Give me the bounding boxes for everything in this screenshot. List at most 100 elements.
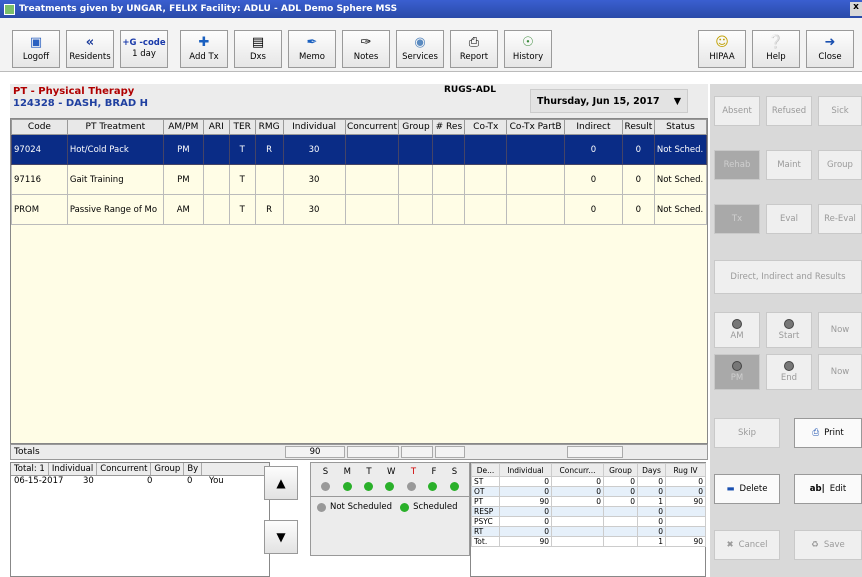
col-concurrent[interactable]: Concurrent <box>344 119 400 135</box>
col-treatment[interactable]: PT Treatment <box>66 119 164 135</box>
direct-indirect-results-button[interactable]: Direct, Indirect and Results <box>714 260 862 294</box>
close-window-button[interactable]: x <box>850 2 862 16</box>
cell <box>398 194 434 225</box>
date-value: Thursday, Jun 15, 2017 <box>537 96 660 107</box>
now-end-button[interactable]: Now <box>818 354 862 390</box>
scroll-down-button[interactable]: ▼ <box>264 520 298 554</box>
cell <box>464 164 508 195</box>
edit-label: Edit <box>829 484 847 494</box>
help-icon: ❔ <box>767 34 785 50</box>
reeval-button[interactable]: Re-Eval <box>818 204 862 234</box>
date-dropdown[interactable]: Thursday, Jun 15, 2017 ▼ <box>530 89 688 113</box>
discipline-summary: De... Individual Concurr... Group Days R… <box>470 462 706 577</box>
cell <box>432 134 466 165</box>
pm-button[interactable]: PM <box>714 354 760 390</box>
cell <box>603 536 638 547</box>
am-button[interactable]: AM <box>714 312 760 348</box>
end-button[interactable]: End <box>766 354 812 390</box>
cell: 0 <box>499 486 552 497</box>
col-ari[interactable]: ARI <box>202 119 230 135</box>
start-button[interactable]: Start <box>766 312 812 348</box>
cell: 0 <box>603 486 638 497</box>
history-button[interactable]: ☉ History <box>504 30 552 68</box>
notes-button[interactable]: ✑ Notes <box>342 30 390 68</box>
table-row: RT 0 0 <box>471 526 706 537</box>
help-button[interactable]: ❔ Help <box>752 30 800 68</box>
col-cotx[interactable]: Co-Tx <box>464 119 508 135</box>
cancel-button[interactable]: ✖ Cancel <box>714 530 780 560</box>
col-status[interactable]: Status <box>653 119 708 135</box>
tx-button[interactable]: Tx <box>714 204 760 234</box>
col-cotx-partb[interactable]: Co-Tx PartB <box>506 119 566 135</box>
week-dots <box>311 477 469 496</box>
cell: 0 <box>621 194 655 225</box>
col-group: Group <box>151 463 185 475</box>
col-ter[interactable]: TER <box>228 119 256 135</box>
group-button[interactable]: Group <box>818 150 862 180</box>
col-by: By <box>184 463 203 475</box>
col-ampm[interactable]: AM/PM <box>162 119 204 135</box>
services-button[interactable]: ◉ Services <box>396 30 444 68</box>
refused-button[interactable]: Refused <box>766 96 812 126</box>
cell <box>603 506 638 517</box>
table-row[interactable]: 97116 Gait Training PM T 30 0 0 Not Sched. <box>11 164 708 195</box>
table-row[interactable]: PROM Passive Range of Mo AM T R 30 0 0 Not Sched… <box>11 194 708 225</box>
minus-icon: ▬ <box>726 484 735 494</box>
maint-button[interactable]: Maint <box>766 150 812 180</box>
sick-button[interactable]: Sick <box>818 96 862 126</box>
cell <box>202 134 230 165</box>
now-start-button[interactable]: Now <box>818 312 862 348</box>
residents-button[interactable]: «Residents <box>66 30 114 68</box>
skip-button[interactable]: Skip <box>714 418 780 448</box>
table-row: OT 0 0 0 0 0 <box>471 486 706 497</box>
delete-button[interactable]: ▬ Delete <box>714 474 780 504</box>
absent-button[interactable]: Absent <box>714 96 760 126</box>
cell: 0 <box>637 516 666 527</box>
cell: 0 <box>603 496 638 507</box>
gcode-button[interactable]: +G -code 1 day <box>120 30 168 68</box>
col-individual[interactable]: Individual <box>282 119 346 135</box>
col-indirect[interactable]: Indirect <box>564 119 623 135</box>
cell: RT <box>471 526 500 537</box>
legend-not-scheduled: Not Scheduled <box>330 502 393 512</box>
day-label: S <box>451 467 458 477</box>
eval-button[interactable]: Eval <box>766 204 812 234</box>
x-icon: ✖ <box>726 540 734 550</box>
logoff-button[interactable]: ▣ Logoff <box>12 30 60 68</box>
memo-button[interactable]: ✒ Memo <box>288 30 336 68</box>
edit-button[interactable]: ab| Edit <box>794 474 862 504</box>
printer-icon: ⎙ <box>812 428 820 438</box>
triangle-up-icon: ▲ <box>276 476 286 490</box>
close-button[interactable]: ➜ Close <box>806 30 854 68</box>
add-tx-button[interactable]: ✚ Add Tx <box>180 30 228 68</box>
rehab-button[interactable]: Rehab <box>714 150 760 180</box>
col-code[interactable]: Code <box>11 119 68 135</box>
not-scheduled-dot-icon <box>317 502 326 512</box>
cell: Passive Range of Mo <box>66 194 164 225</box>
col-rmg[interactable]: RMG <box>254 119 284 135</box>
scroll-up-button[interactable]: ▲ <box>264 466 298 500</box>
col-individual: Individual <box>49 463 98 475</box>
list-item[interactable]: 06-15-2017 30 0 0 You <box>11 476 269 488</box>
hipaa-button[interactable]: ☺ HIPAA <box>698 30 746 68</box>
cell: R <box>254 194 284 225</box>
report-button[interactable]: ⎙ Report <box>450 30 498 68</box>
pen-icon: ✒ <box>306 34 318 50</box>
exit-icon: ➜ <box>824 34 836 50</box>
col-res[interactable]: # Res <box>432 119 466 135</box>
hipaa-icon: ☺ <box>715 34 729 50</box>
cell <box>398 134 434 165</box>
table-row[interactable]: 97024 Hot/Cold Pack PM T R 30 0 0 Not Sched. <box>11 134 708 165</box>
col-group[interactable]: Group <box>398 119 434 135</box>
scheduled-dot-icon <box>449 482 459 491</box>
col-individual: Individual <box>499 463 552 477</box>
save-button[interactable]: ♻ Save <box>794 530 862 560</box>
quill-icon: ✑ <box>360 34 372 50</box>
cell: 30 <box>282 134 346 165</box>
dxs-button[interactable]: ▤ Dxs <box>234 30 282 68</box>
clock-icon <box>784 361 794 371</box>
cell: 0 <box>499 506 552 517</box>
cell: 0 <box>637 526 666 537</box>
print-button[interactable]: ⎙ Print <box>794 418 862 448</box>
col-result[interactable]: Result <box>621 119 655 135</box>
